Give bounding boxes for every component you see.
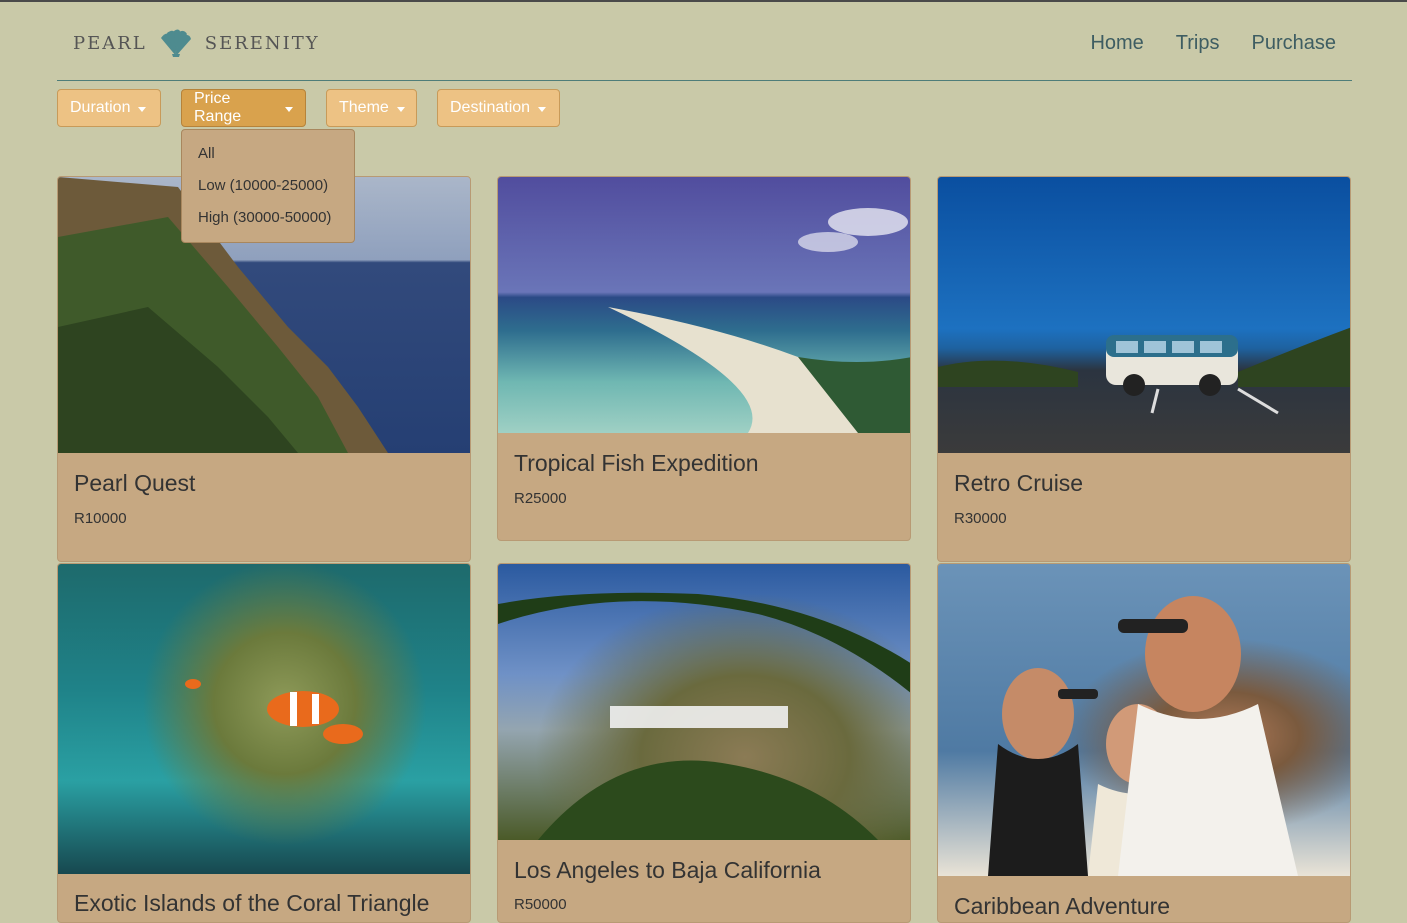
nav-purchase[interactable]: Purchase [1252,32,1337,55]
price-range-filter-label: Price Range [194,90,242,125]
caret-down-icon [138,106,147,112]
nav-trips[interactable]: Trips [1176,32,1220,55]
price-option-all[interactable]: All [182,138,354,170]
hollywood-sign-palm-photo [498,564,910,840]
trip-title: Los Angeles to Baja California [514,857,821,883]
trip-card[interactable]: Retro Cruise R30000 [937,176,1351,562]
price-range-filter-button[interactable]: Price Range [181,89,306,127]
duration-filter-button[interactable]: Duration [57,89,161,127]
trip-card[interactable]: Exotic Islands of the Coral Triangle [57,563,471,923]
price-range-dropdown: All Low (10000-25000) High (30000-50000) [181,129,355,243]
nav-home[interactable]: Home [1090,32,1143,55]
palm-shape [498,592,910,840]
caret-down-icon [538,106,547,112]
caret-down-icon [396,106,405,112]
theme-filter-label: Theme [339,99,389,116]
trip-card[interactable]: Caribbean Adventure [937,563,1351,923]
trip-card[interactable]: Tropical Fish Expedition R25000 [497,176,911,541]
trip-title: Tropical Fish Expedition [514,450,759,476]
van-shape [938,327,1350,415]
beach-shape [608,208,910,433]
price-option-high[interactable]: High (30000-50000) [182,202,354,234]
destination-filter-label: Destination [450,99,531,116]
trip-title: Retro Cruise [954,470,1084,496]
family-selfie-photo [938,564,1350,876]
family-shape [988,596,1298,876]
trip-price: R25000 [514,490,567,507]
brand-name-left: PEARL [73,32,147,54]
shell-icon [160,29,191,57]
theme-filter-button[interactable]: Theme [326,89,417,127]
trip-title: Caribbean Adventure [954,893,1171,919]
trip-price: R50000 [514,896,567,913]
trip-price: R10000 [74,510,127,527]
destination-filter-button[interactable]: Destination [437,89,560,127]
trip-price: R30000 [954,510,1007,527]
trip-card[interactable]: Los Angeles to Baja California R50000 [497,563,911,923]
trip-title: Pearl Quest [74,470,196,496]
duration-filter-label: Duration [70,99,131,116]
clownfish-reef-photo [58,564,470,874]
brand-logo[interactable]: PEARL SERENITY [73,28,320,58]
retro-van-ocean-photo [938,177,1350,453]
main-nav: Home Trips Purchase [1090,32,1336,55]
price-option-low[interactable]: Low (10000-25000) [182,170,354,202]
brand-name-right: SERENITY [204,32,320,54]
tropical-beach-aerial-photo [498,177,910,433]
clownfish-shape [185,679,363,744]
caret-down-icon [285,106,293,112]
site-header: PEARL SERENITY Home Trips Purchase [57,0,1352,81]
